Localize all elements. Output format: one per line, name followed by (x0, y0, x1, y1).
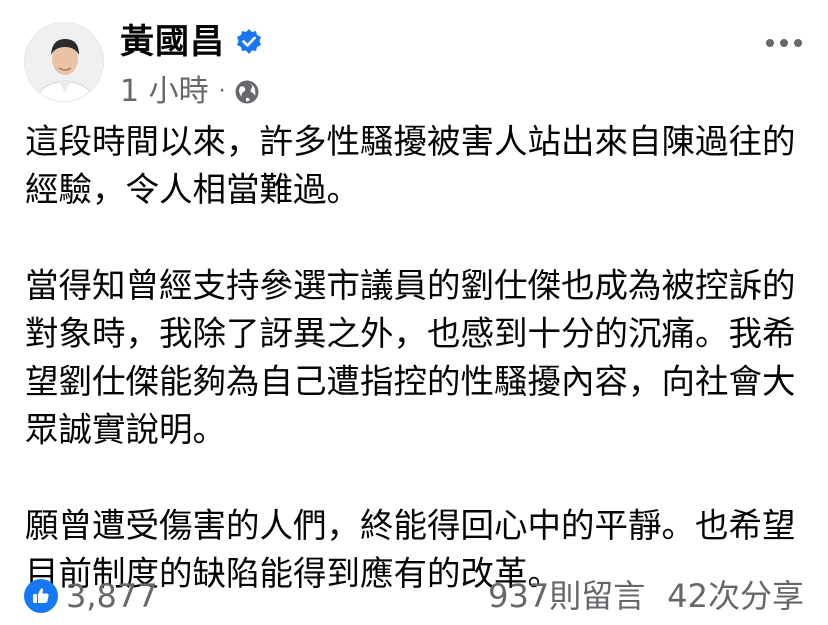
author-row: 黃國昌 (120, 20, 263, 64)
post-footer: 3,877 937則留言 42次分享 (0, 570, 828, 620)
like-thumb-icon (24, 579, 58, 613)
globe-icon[interactable] (234, 79, 260, 105)
comment-count-link[interactable]: 937則留言 (488, 576, 645, 616)
engagement-stats: 937則留言 42次分享 (488, 576, 804, 616)
author-name[interactable]: 黃國昌 (120, 20, 225, 64)
more-dot (794, 39, 802, 47)
more-options-icon[interactable] (766, 34, 802, 52)
verified-badge-icon (235, 28, 263, 56)
post-header: 黃國昌 1 小時 · (0, 0, 828, 118)
post-paragraph: 這段時間以來，許多性騷擾被害人站出來自陳過往的經驗，令人相當難過。 (25, 122, 796, 209)
meta-separator: · (218, 79, 226, 104)
post-body: 這段時間以來，許多性騷擾被害人站出來自陳過往的經驗，令人相當難過。 當得知曾經支… (25, 118, 805, 598)
reaction-count: 3,877 (66, 577, 158, 615)
reaction-summary[interactable]: 3,877 (24, 576, 158, 616)
post-paragraph: 當得知曾經支持參選市議員的劉仕傑也成為被控訴的對象時，我除了訝異之外，也感到十分… (25, 266, 796, 449)
author-avatar[interactable] (24, 22, 104, 102)
share-count-link[interactable]: 42次分享 (667, 576, 804, 616)
more-dot (780, 39, 788, 47)
post-timestamp[interactable]: 1 小時 (120, 72, 209, 112)
post-meta: 1 小時 · (120, 72, 260, 112)
more-dot (766, 39, 774, 47)
